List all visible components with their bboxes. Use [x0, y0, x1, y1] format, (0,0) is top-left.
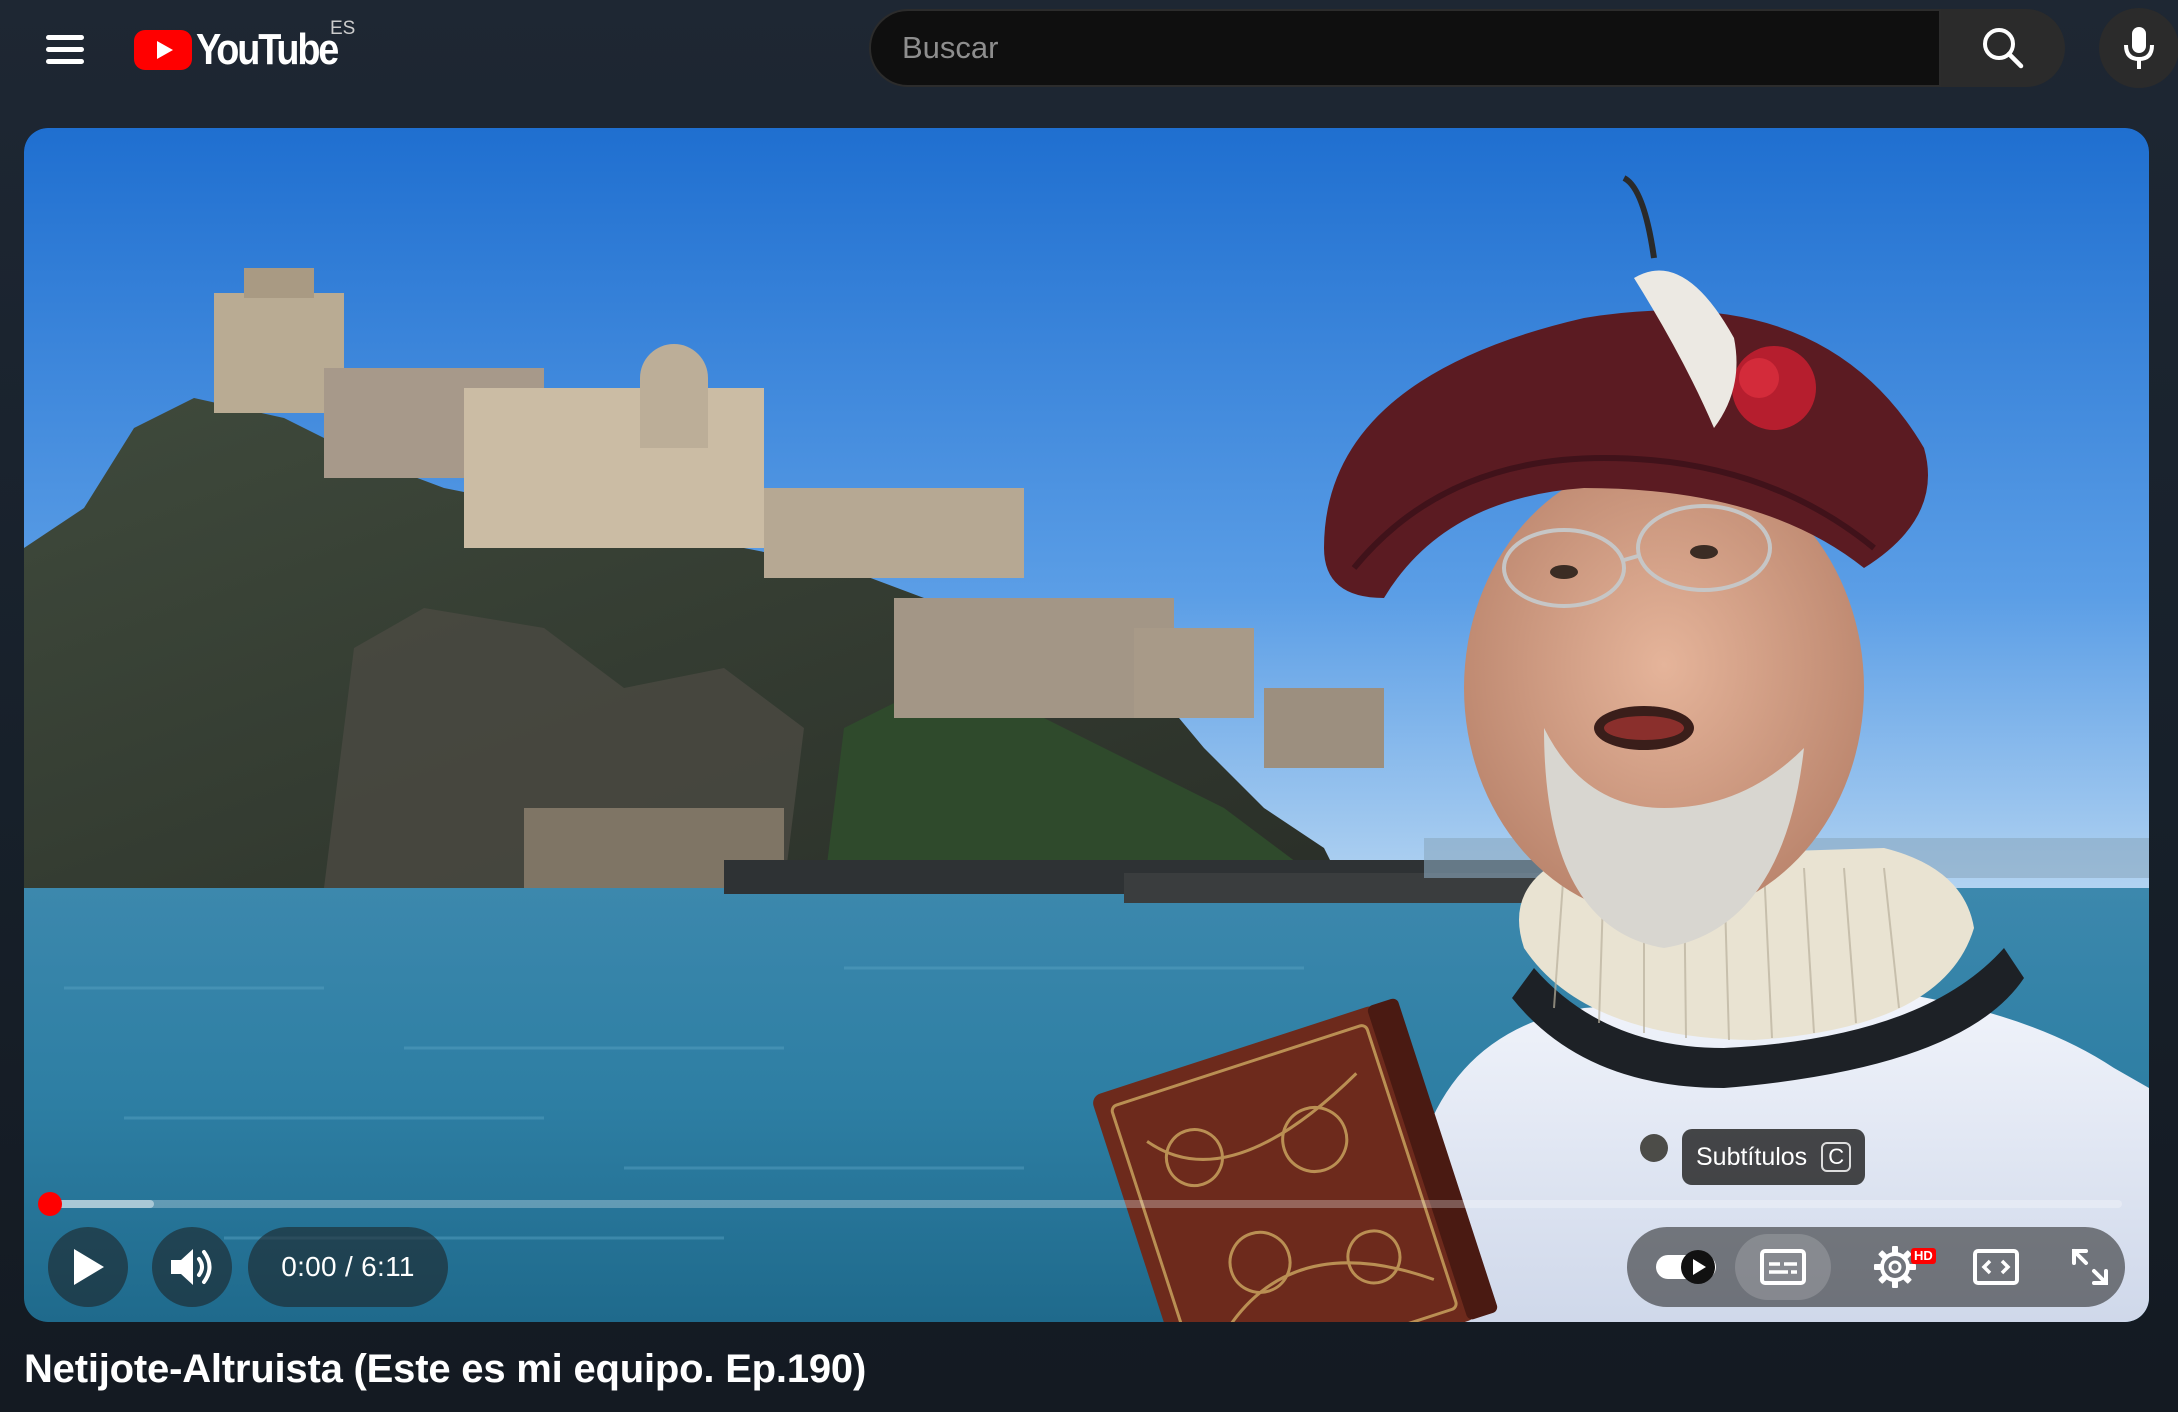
tooltip-shortcut-key: C: [1821, 1142, 1852, 1172]
youtube-logo[interactable]: YouTube: [134, 20, 360, 80]
hd-badge: HD: [1911, 1248, 1936, 1264]
subtitles-tooltip: Subtítulos C: [1682, 1129, 1866, 1185]
search-input[interactable]: [902, 30, 1939, 66]
play-icon: [74, 1249, 104, 1285]
video-player[interactable]: 0:00 / 6:11 Subtítulos C HD: [24, 128, 2149, 1322]
hamburger-menu-icon[interactable]: [38, 22, 92, 76]
subtitles-button[interactable]: [1735, 1227, 1831, 1307]
region-code: ES: [330, 18, 356, 39]
voice-search-button[interactable]: [2099, 8, 2178, 88]
subtitles-icon: [1760, 1249, 1806, 1285]
play-button[interactable]: [48, 1227, 128, 1307]
search-box: [869, 9, 1941, 87]
search-icon: [1983, 28, 2024, 69]
youtube-play-logo-icon: [134, 30, 192, 70]
progress-scrubber[interactable]: [38, 1192, 62, 1216]
progress-bar[interactable]: [50, 1200, 2122, 1208]
tooltip-label: Subtítulos: [1696, 1142, 1808, 1171]
theater-mode-button[interactable]: [1954, 1227, 2038, 1307]
autoplay-toggle-icon: [1656, 1250, 1716, 1284]
settings-button[interactable]: [1850, 1227, 1940, 1307]
masthead: YouTube ES: [0, 0, 2178, 100]
autoplay-toggle[interactable]: [1644, 1227, 1728, 1307]
search-button[interactable]: [1941, 9, 2065, 87]
video-title: Netijote-Altruista (Este es mi equipo. E…: [24, 1347, 867, 1391]
time-display: 0:00 / 6:11: [248, 1227, 448, 1307]
progress-buffered: [50, 1200, 154, 1208]
fullscreen-icon: [2072, 1249, 2108, 1285]
microphone-icon: [2124, 27, 2154, 69]
theater-mode-icon: [1973, 1249, 2019, 1285]
logo-text: YouTube: [196, 25, 339, 74]
volume-icon: [171, 1249, 212, 1285]
volume-button[interactable]: [152, 1227, 232, 1307]
fullscreen-button[interactable]: [2048, 1227, 2132, 1307]
